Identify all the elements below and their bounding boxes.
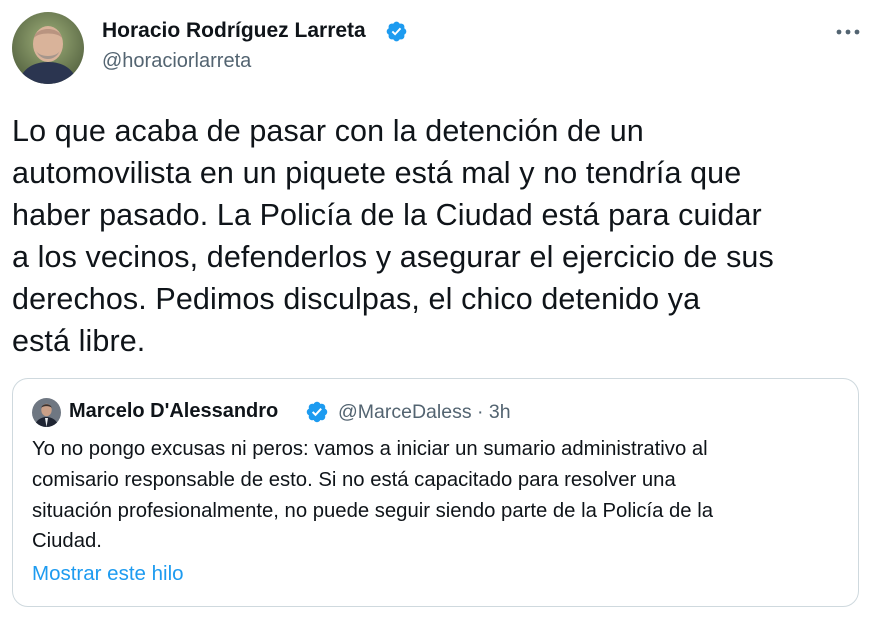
quoted-tweet-meta: @MarceDaless · 3h bbox=[338, 401, 511, 424]
quoted-author-name: Marcelo D'Alessandro bbox=[69, 400, 279, 422]
author-avatar[interactable] bbox=[12, 12, 84, 84]
verified-badge-icon bbox=[385, 20, 408, 43]
quoted-tweet-time[interactable]: 3h bbox=[489, 401, 511, 423]
quoted-author-avatar[interactable] bbox=[32, 398, 61, 427]
author-name[interactable]: Horacio Rodríguez Larreta bbox=[102, 19, 366, 43]
show-thread-link[interactable]: Mostrar este hilo bbox=[32, 562, 184, 586]
quoted-tweet-text: Yo no pongo excusas ni peros: vamos a in… bbox=[32, 438, 713, 553]
author-avatar-image bbox=[12, 12, 84, 84]
quoted-author-avatar-image bbox=[32, 398, 61, 427]
quoted-author-handle: @MarceDaless bbox=[338, 401, 472, 423]
author-handle[interactable]: @horaciorlarreta bbox=[102, 50, 251, 73]
quoted-verified-badge-icon bbox=[305, 400, 329, 424]
more-horizontal-icon bbox=[836, 29, 860, 35]
meta-separator: · bbox=[477, 401, 484, 423]
tweet-text: Lo que acaba de pasar con la detención d… bbox=[12, 114, 774, 358]
more-options-button[interactable] bbox=[828, 18, 868, 46]
quoted-tweet-card[interactable]: Marcelo D'Alessandro @MarceDaless · 3h Y… bbox=[12, 378, 859, 607]
